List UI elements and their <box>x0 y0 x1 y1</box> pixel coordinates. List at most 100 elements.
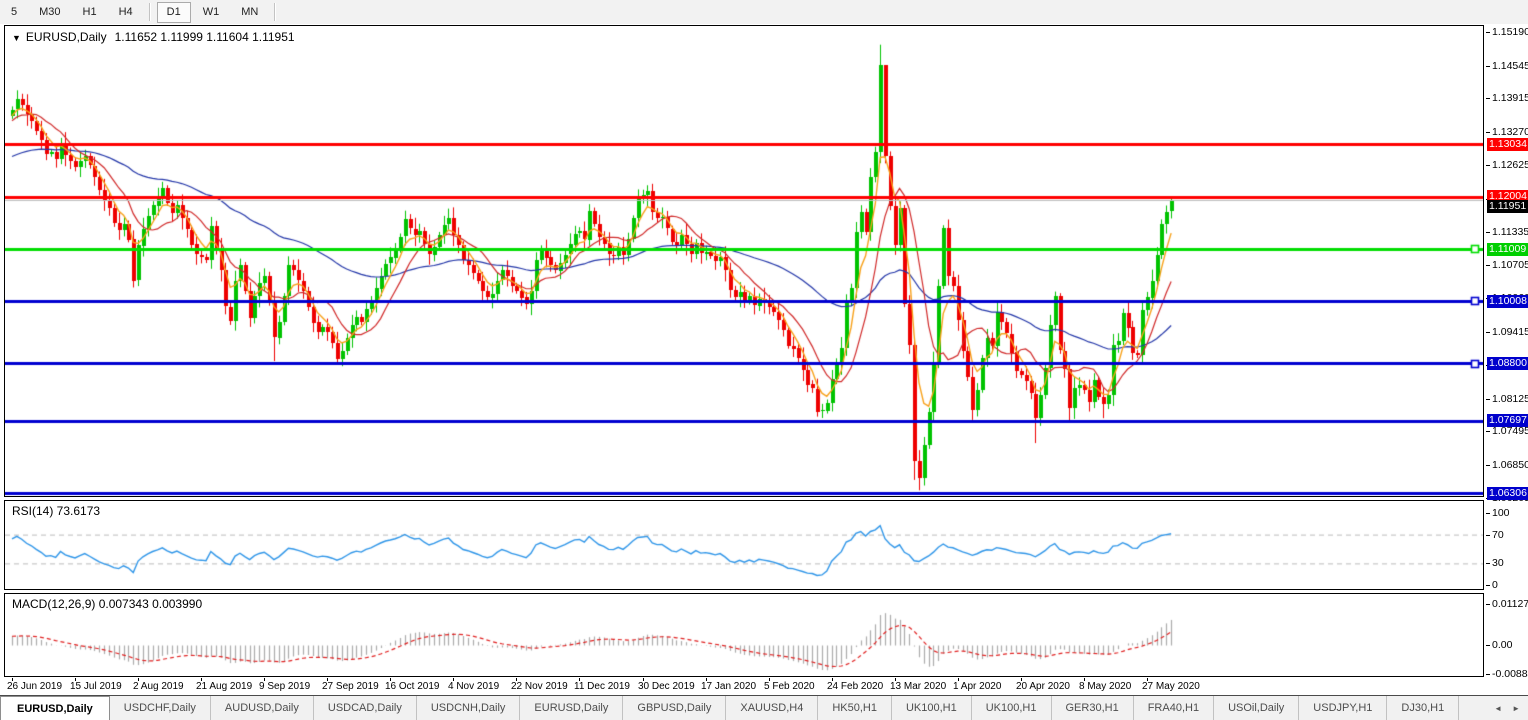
tab-scroll-left-icon[interactable]: ◄ <box>1494 704 1502 713</box>
current-price-label: 1.11951 <box>1487 200 1528 213</box>
date-axis-label: 22 Nov 2019 <box>511 681 568 692</box>
timeframe-button-h4[interactable]: H4 <box>109 2 143 23</box>
date-axis-label: 11 Dec 2019 <box>574 681 630 692</box>
date-axis-label: 17 Jan 2020 <box>701 681 756 692</box>
rsi-indicator-canvas[interactable] <box>5 501 1483 589</box>
axis-tick-mark <box>1486 66 1490 67</box>
chart-tab-ger30-h1[interactable]: GER30,H1 <box>1052 696 1134 720</box>
axis-tick-mark <box>1486 431 1490 432</box>
chart-tab-eurusd-daily[interactable]: EURUSD,Daily <box>0 696 110 720</box>
date-axis-label: 9 Sep 2019 <box>259 681 310 692</box>
axis-tick-label: 1.08125 <box>1492 393 1528 405</box>
date-axis-label: 4 Nov 2019 <box>448 681 499 692</box>
axis-tick-label: 1.12625 <box>1492 159 1528 171</box>
axis-tick-label: -0.008843 <box>1492 668 1528 680</box>
axis-tick-label: 70 <box>1492 529 1504 541</box>
timeframe-button-h1[interactable]: H1 <box>73 2 107 23</box>
tab-scroll-right-icon[interactable]: ► <box>1512 704 1520 713</box>
hline-price-label: 1.08800 <box>1487 357 1528 370</box>
axis-tick-label: 1.13270 <box>1492 126 1528 138</box>
date-axis-label: 27 Sep 2019 <box>322 681 379 692</box>
chart-tab-dj30-h1[interactable]: DJ30,H1 <box>1387 696 1459 720</box>
axis-tick-label: 1.15190 <box>1492 26 1528 38</box>
date-axis-label: 1 Apr 2020 <box>953 681 1001 692</box>
price-chart-panel: ▼ EURUSD,Daily 1.11652 1.11999 1.11604 1.1… <box>4 25 1484 497</box>
axis-tick-label: 30 <box>1492 557 1504 569</box>
chart-tab-uk100-h1[interactable]: UK100,H1 <box>892 696 972 720</box>
timeframe-toolbar: 5M30H1H4 D1W1MN <box>0 0 1528 24</box>
hline-price-label: 1.11009 <box>1487 243 1528 256</box>
date-axis-label: 27 May 2020 <box>1142 681 1200 692</box>
macd-indicator-panel: MACD(12,26,9) 0.007343 0.003990 <box>4 593 1484 677</box>
timeframe-button-w1[interactable]: W1 <box>193 2 230 23</box>
toolbar-separator <box>274 3 276 21</box>
chart-tab-fra40-h1[interactable]: FRA40,H1 <box>1134 696 1214 720</box>
axis-tick-mark <box>1486 165 1490 166</box>
axis-tick-mark <box>1486 132 1490 133</box>
price-axis-column[interactable]: 1.15190 1.14545 1.13915 1.13270 1.12625 1.119… <box>1486 25 1528 678</box>
axis-tick-label: 0 <box>1492 579 1498 591</box>
chart-tab-eurusd-daily[interactable]: EURUSD,Daily <box>520 696 623 720</box>
date-axis-label: 21 Aug 2019 <box>196 681 252 692</box>
date-axis-label: 16 Oct 2019 <box>385 681 439 692</box>
axis-tick-mark <box>1486 399 1490 400</box>
timeframe-button-5[interactable]: 5 <box>1 2 27 23</box>
collapse-arrow-icon[interactable]: ▼ <box>12 33 21 43</box>
toolbar-separator <box>149 3 151 21</box>
axis-tick-label: 1.10705 <box>1492 259 1528 271</box>
hline-price-label: 1.13034 <box>1487 138 1528 151</box>
hline-price-label: 1.07697 <box>1487 414 1528 427</box>
chart-tab-usdcnh-daily[interactable]: USDCNH,Daily <box>417 696 521 720</box>
axis-tick-mark <box>1486 32 1490 33</box>
chart-ohlc-values: 1.11652 1.11999 1.11604 1.11951 <box>115 30 295 44</box>
axis-tick-mark <box>1486 645 1490 646</box>
timeframe-button-d1[interactable]: D1 <box>157 2 191 23</box>
chart-tab-usoil-daily[interactable]: USOil,Daily <box>1214 696 1299 720</box>
axis-tick-mark <box>1486 604 1490 605</box>
date-axis-label: 13 Mar 2020 <box>890 681 946 692</box>
date-axis-label: 15 Jul 2019 <box>70 681 122 692</box>
chart-title: ▼ EURUSD,Daily 1.11652 1.11999 1.11604 1.1… <box>12 30 295 44</box>
price-chart-canvas[interactable] <box>5 26 1483 496</box>
chart-tab-usdjpy-h1[interactable]: USDJPY,H1 <box>1299 696 1387 720</box>
axis-tick-mark <box>1486 265 1490 266</box>
macd-indicator-label: MACD(12,26,9) 0.007343 0.003990 <box>12 597 202 611</box>
rsi-indicator-panel: RSI(14) 73.6173 <box>4 500 1484 590</box>
chart-tab-xauusd-h4[interactable]: XAUUSD,H4 <box>726 696 818 720</box>
axis-tick-mark <box>1486 465 1490 466</box>
date-axis-label: 2 Aug 2019 <box>133 681 184 692</box>
chart-tab-hk50-h1[interactable]: HK50,H1 <box>818 696 892 720</box>
hline-price-label: 1.10008 <box>1487 295 1528 308</box>
axis-tick-label: 1.09415 <box>1492 326 1528 338</box>
chart-tab-usdcad-daily[interactable]: USDCAD,Daily <box>314 696 417 720</box>
date-axis-label: 8 May 2020 <box>1079 681 1131 692</box>
timeframe-button-m30[interactable]: M30 <box>29 2 70 23</box>
chart-tab-bar: EURUSD,DailyUSDCHF,DailyAUDUSD,DailyUSDC… <box>0 695 1528 720</box>
macd-indicator-canvas[interactable] <box>5 594 1483 676</box>
chart-tab-audusd-daily[interactable]: AUDUSD,Daily <box>211 696 314 720</box>
axis-tick-label: 1.13915 <box>1492 92 1528 104</box>
chart-tab-usdchf-daily[interactable]: USDCHF,Daily <box>110 696 211 720</box>
date-axis-label: 5 Feb 2020 <box>764 681 815 692</box>
chart-tab-gbpusd-daily[interactable]: GBPUSD,Daily <box>623 696 726 720</box>
axis-tick-mark <box>1486 513 1490 514</box>
axis-tick-mark <box>1486 535 1490 536</box>
timeframe-button-mn[interactable]: MN <box>231 2 268 23</box>
rsi-indicator-label: RSI(14) 73.6173 <box>12 504 100 518</box>
axis-tick-label: 1.14545 <box>1492 60 1528 72</box>
axis-tick-label: 1.11335 <box>1492 226 1528 238</box>
axis-tick-mark <box>1486 232 1490 233</box>
date-axis[interactable]: 26 Jun 201915 Jul 20192 Aug 201921 Aug 2… <box>0 678 1486 695</box>
mt4-window: 5M30H1H4 D1W1MN ▼ EURUSD,Daily 1.11652 1.11… <box>0 0 1528 720</box>
axis-tick-label: 100 <box>1492 507 1510 519</box>
hline-price-label: 1.06306 <box>1487 487 1528 500</box>
chart-symbol-label: EURUSD,Daily <box>26 30 107 44</box>
axis-tick-mark <box>1486 674 1490 675</box>
axis-tick-label: 0.00 <box>1492 639 1512 651</box>
date-axis-label: 20 Apr 2020 <box>1016 681 1070 692</box>
date-axis-label: 24 Feb 2020 <box>827 681 883 692</box>
tab-scroll-arrows: ◄► <box>1494 696 1528 720</box>
chart-tab-uk100-h1[interactable]: UK100,H1 <box>972 696 1052 720</box>
date-axis-label: 30 Dec 2019 <box>638 681 695 692</box>
axis-tick-mark <box>1486 585 1490 586</box>
